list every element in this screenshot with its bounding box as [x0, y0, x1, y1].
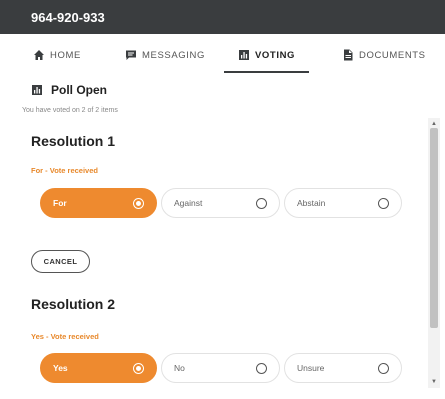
voted-note: You have voted on 2 of 2 items: [22, 107, 118, 114]
document-icon: [344, 49, 353, 61]
poll-status-label: Poll Open: [51, 83, 108, 97]
resolution-title: Resolution 1: [31, 133, 116, 149]
option-label: For: [53, 198, 67, 208]
option-label: Abstain: [297, 198, 326, 208]
bar-chart-icon: [239, 50, 249, 60]
option-no[interactable]: No: [161, 353, 280, 383]
scroll-down-icon[interactable]: ▼: [430, 378, 438, 386]
chat-icon: [126, 50, 136, 60]
option-unsure[interactable]: Unsure: [284, 353, 402, 383]
vote-status: Yes - Vote received: [31, 332, 99, 341]
option-label: Yes: [53, 363, 68, 373]
tab-label: VOTING: [255, 49, 296, 61]
tab-bar: HOME MESSAGING VOTING DOCUMENTS: [20, 34, 445, 74]
radio-icon: [256, 197, 267, 209]
radio-icon: [378, 197, 389, 209]
option-label: No: [174, 363, 185, 373]
tab-voting[interactable]: VOTING: [223, 34, 310, 74]
bar-chart-icon: [32, 85, 42, 95]
resolution-1-options: For Against Abstain: [40, 188, 402, 218]
tab-documents[interactable]: DOCUMENTS: [342, 34, 426, 74]
scroll-up-icon[interactable]: ▲: [430, 120, 438, 128]
option-yes[interactable]: Yes: [40, 353, 157, 383]
tab-label: MESSAGING: [142, 49, 205, 61]
option-abstain[interactable]: Abstain: [284, 188, 402, 218]
poll-status: Poll Open: [31, 83, 107, 97]
scroll-thumb[interactable]: [430, 128, 438, 328]
resolution-title: Resolution 2: [31, 296, 116, 312]
tab-home[interactable]: HOME: [33, 34, 81, 74]
option-label: Against: [174, 198, 203, 208]
tab-label: DOCUMENTS: [359, 49, 426, 61]
radio-selected-icon: [133, 362, 144, 374]
cancel-button[interactable]: CANCEL: [31, 250, 90, 273]
voting-content: Poll Open You have voted on 2 of 2 items…: [0, 74, 428, 399]
tab-messaging[interactable]: MESSAGING: [125, 34, 205, 74]
home-icon: [34, 50, 44, 60]
vote-status: For - Vote received: [31, 166, 98, 175]
resolution-2-options: Yes No Unsure: [40, 353, 402, 383]
option-label: Unsure: [297, 363, 325, 373]
scrollbar[interactable]: ▲ ▼: [428, 118, 440, 388]
option-for[interactable]: For: [40, 188, 157, 218]
radio-icon: [256, 362, 267, 374]
radio-selected-icon: [133, 197, 144, 209]
radio-icon: [378, 362, 389, 374]
tab-label: HOME: [50, 49, 81, 61]
option-against[interactable]: Against: [161, 188, 280, 218]
window-title: 964-920-933: [0, 0, 445, 34]
